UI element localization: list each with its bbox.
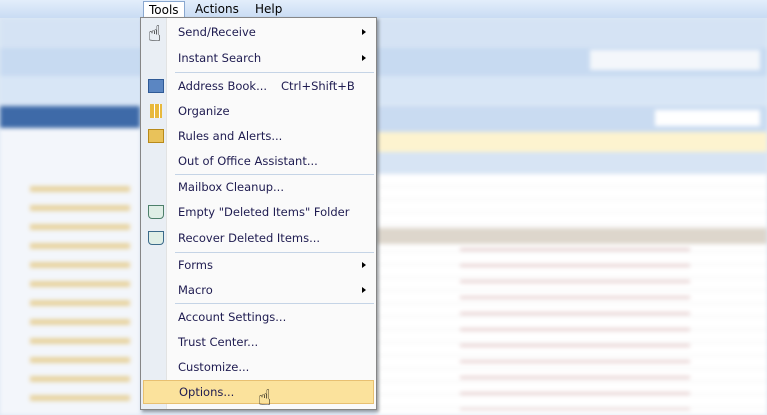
menu-item-organize[interactable]: Organize [143, 99, 374, 123]
organize-icon [150, 104, 162, 118]
menu-item-address-book[interactable]: Address Book... Ctrl+Shift+B [143, 74, 374, 98]
label: Empty "Deleted Items" Folder [178, 205, 350, 219]
submenu-arrow-icon [362, 287, 366, 293]
separator [175, 72, 374, 73]
label: Organize [178, 104, 230, 118]
menu-item-empty-deleted-items[interactable]: Empty "Deleted Items" Folder [143, 200, 374, 224]
menu-item-trust-center[interactable]: Trust Center... [143, 330, 374, 354]
shortcut: Ctrl+Shift+B [281, 79, 355, 93]
menu-actions[interactable]: Actions [190, 1, 244, 18]
menu-item-macro[interactable]: Macro [143, 278, 374, 302]
submenu-arrow-icon [362, 262, 366, 268]
hand-cursor-icon: ☝ [258, 386, 272, 411]
label: Address Book... [178, 79, 268, 93]
label: Options... [179, 385, 235, 399]
hand-cursor-icon: ☝ [148, 22, 162, 47]
blurred-outlook-background [0, 0, 767, 415]
recover-icon [148, 231, 164, 245]
separator [175, 303, 374, 304]
label: Mailbox Cleanup... [178, 180, 284, 194]
rules-icon [148, 129, 164, 143]
menu-help[interactable]: Help [250, 1, 287, 18]
submenu-arrow-icon [362, 55, 366, 61]
menu-item-send-receive[interactable]: Send/Receive [143, 20, 374, 44]
tools-menu: Send/Receive Instant Search Address Book… [140, 17, 377, 410]
label: Customize... [178, 360, 250, 374]
menu-tools[interactable]: Tools [143, 1, 185, 18]
label: Out of Office Assistant... [178, 154, 318, 168]
label: Account Settings... [178, 310, 287, 324]
menu-item-customize[interactable]: Customize... [143, 355, 374, 379]
address-book-icon [148, 79, 164, 93]
label: Forms [178, 258, 213, 272]
label: Rules and Alerts... [178, 129, 283, 143]
menu-item-rules-and-alerts[interactable]: Rules and Alerts... [143, 124, 374, 148]
label: Instant Search [178, 51, 262, 65]
menu-item-out-of-office[interactable]: Out of Office Assistant... [143, 149, 374, 173]
label: Trust Center... [178, 335, 259, 349]
menu-item-account-settings[interactable]: Account Settings... [143, 305, 374, 329]
menu-item-recover-deleted-items[interactable]: Recover Deleted Items... [143, 226, 374, 250]
submenu-arrow-icon [362, 29, 366, 35]
label: Recover Deleted Items... [178, 231, 321, 245]
menu-item-instant-search[interactable]: Instant Search [143, 46, 374, 70]
menu-item-mailbox-cleanup[interactable]: Mailbox Cleanup... [143, 175, 374, 199]
label: Send/Receive [178, 25, 256, 39]
label: Macro [178, 283, 213, 297]
menu-item-forms[interactable]: Forms [143, 253, 374, 277]
empty-trash-icon [148, 205, 164, 219]
menu-bar: Tools Actions Help [0, 0, 767, 18]
